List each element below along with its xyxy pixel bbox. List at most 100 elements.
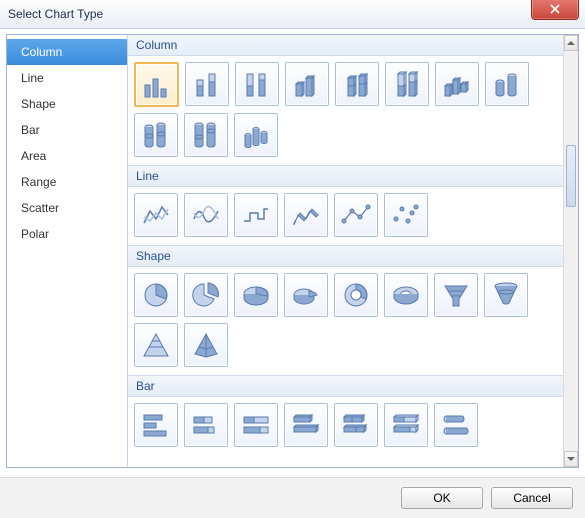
chart-100pct-stacked-column[interactable] bbox=[235, 62, 279, 106]
chart-doughnut[interactable] bbox=[334, 273, 378, 317]
scroll-up-button[interactable] bbox=[564, 35, 578, 51]
chart-line[interactable] bbox=[134, 193, 178, 237]
bar-pct-icon bbox=[240, 409, 272, 441]
gallery-viewport: Column Line bbox=[128, 35, 564, 467]
spline-icon bbox=[190, 199, 222, 231]
funnel3d-icon bbox=[490, 279, 522, 311]
chart-3d-cylinder[interactable] bbox=[234, 113, 278, 157]
chart-3d-100pct-stacked-column[interactable] bbox=[385, 62, 429, 106]
pie-icon bbox=[140, 279, 172, 311]
chart-clustered-column[interactable] bbox=[134, 62, 179, 107]
chart-3d-100pct-stacked-bar[interactable] bbox=[384, 403, 428, 447]
bar3d-stacked-icon bbox=[340, 409, 372, 441]
chart-scatter-line[interactable] bbox=[384, 193, 428, 237]
scroll-down-button[interactable] bbox=[564, 451, 578, 467]
scatter-line-icon bbox=[390, 199, 422, 231]
sidebar-item-range[interactable]: Range bbox=[7, 169, 127, 195]
chart-stacked-column[interactable] bbox=[185, 62, 229, 106]
chart-100pct-stacked-bar[interactable] bbox=[234, 403, 278, 447]
chart-step-line[interactable] bbox=[234, 193, 278, 237]
sidebar-item-scatter[interactable]: Scatter bbox=[7, 195, 127, 221]
dialog-footer: OK Cancel bbox=[0, 477, 585, 518]
chart-stacked-cylinder[interactable] bbox=[134, 113, 178, 157]
cylinder-stacked-icon bbox=[140, 119, 172, 151]
pyramid3d-icon bbox=[190, 329, 222, 361]
chevron-up-icon bbox=[567, 41, 575, 45]
chart-line-with-markers[interactable] bbox=[334, 193, 378, 237]
group-column-items bbox=[128, 56, 564, 165]
chart-3d-doughnut[interactable] bbox=[384, 273, 428, 317]
col3d-icon bbox=[441, 68, 473, 100]
stacked-column-icon bbox=[191, 68, 223, 100]
sidebar-item-polar[interactable]: Polar bbox=[7, 221, 127, 247]
chart-pyramid[interactable] bbox=[134, 323, 178, 367]
chart-funnel[interactable] bbox=[434, 273, 478, 317]
pct-stacked-column-icon bbox=[241, 68, 273, 100]
cylinder-pct-icon bbox=[190, 119, 222, 151]
funnel-icon bbox=[440, 279, 472, 311]
bar3d-clustered-icon bbox=[290, 409, 322, 441]
doughnut-icon bbox=[340, 279, 372, 311]
sidebar-item-column[interactable]: Column bbox=[7, 39, 127, 65]
sidebar-item-bar[interactable]: Bar bbox=[7, 117, 127, 143]
pie3d-icon bbox=[240, 279, 272, 311]
chart-gallery: Column Line bbox=[128, 35, 578, 467]
scrollbar-thumb[interactable] bbox=[566, 145, 576, 207]
window-title: Select Chart Type bbox=[8, 7, 103, 21]
group-shape-items bbox=[128, 267, 564, 375]
bar3d-pct-icon bbox=[390, 409, 422, 441]
chart-3d-pyramid[interactable] bbox=[184, 323, 228, 367]
exploded-pie3d-icon bbox=[290, 279, 322, 311]
group-header-column: Column bbox=[128, 35, 564, 56]
doughnut3d-icon bbox=[390, 279, 422, 311]
clustered-column-icon bbox=[141, 69, 173, 101]
chart-3d-stacked-column[interactable] bbox=[335, 62, 379, 106]
bar-clustered-icon bbox=[140, 409, 172, 441]
group-header-bar: Bar bbox=[128, 375, 564, 397]
sidebar-item-shape[interactable]: Shape bbox=[7, 91, 127, 117]
chart-3d-stacked-bar[interactable] bbox=[334, 403, 378, 447]
exploded-pie-icon bbox=[190, 279, 222, 311]
bar-stacked-icon bbox=[190, 409, 222, 441]
titlebar: Select Chart Type bbox=[0, 0, 585, 29]
chart-stacked-bar[interactable] bbox=[184, 403, 228, 447]
vertical-scrollbar[interactable] bbox=[563, 35, 578, 467]
group-bar-items bbox=[128, 397, 564, 455]
chart-3d-line[interactable] bbox=[284, 193, 328, 237]
chart-3d-funnel[interactable] bbox=[484, 273, 528, 317]
close-button[interactable] bbox=[531, 0, 579, 20]
close-icon bbox=[550, 4, 560, 14]
chart-clustered-bar[interactable] bbox=[134, 403, 178, 447]
chart-100pct-stacked-cylinder[interactable] bbox=[184, 113, 228, 157]
chart-3d-exploded-pie[interactable] bbox=[284, 273, 328, 317]
chart-spline[interactable] bbox=[184, 193, 228, 237]
hcylinder-icon bbox=[440, 409, 472, 441]
select-chart-type-dialog: Select Chart Type Column Line Shape Bar … bbox=[0, 0, 585, 518]
group-header-line: Line bbox=[128, 165, 564, 187]
cylinder-clustered-icon bbox=[491, 68, 523, 100]
chart-3d-pie[interactable] bbox=[234, 273, 278, 317]
pyramid-icon bbox=[140, 329, 172, 361]
chart-3d-clustered-column[interactable] bbox=[285, 62, 329, 106]
line-icon bbox=[140, 199, 172, 231]
line-markers-icon bbox=[340, 199, 372, 231]
cancel-button[interactable]: Cancel bbox=[491, 487, 573, 509]
cylinder-3d-icon bbox=[240, 119, 272, 151]
ok-button[interactable]: OK bbox=[401, 487, 483, 509]
line3d-icon bbox=[290, 199, 322, 231]
group-line-items bbox=[128, 187, 564, 245]
chart-horizontal-cylinder[interactable] bbox=[434, 403, 478, 447]
chart-3d-column[interactable] bbox=[435, 62, 479, 106]
chart-clustered-cylinder[interactable] bbox=[485, 62, 529, 106]
sidebar-item-line[interactable]: Line bbox=[7, 65, 127, 91]
chart-3d-clustered-bar[interactable] bbox=[284, 403, 328, 447]
chevron-down-icon bbox=[567, 457, 575, 461]
step-line-icon bbox=[240, 199, 272, 231]
chart-pie[interactable] bbox=[134, 273, 178, 317]
group-header-shape: Shape bbox=[128, 245, 564, 267]
chart-exploded-pie[interactable] bbox=[184, 273, 228, 317]
category-sidebar: Column Line Shape Bar Area Range Scatter… bbox=[7, 35, 128, 467]
col3d-pct-stacked-icon bbox=[391, 68, 423, 100]
sidebar-item-area[interactable]: Area bbox=[7, 143, 127, 169]
col3d-stacked-icon bbox=[341, 68, 373, 100]
